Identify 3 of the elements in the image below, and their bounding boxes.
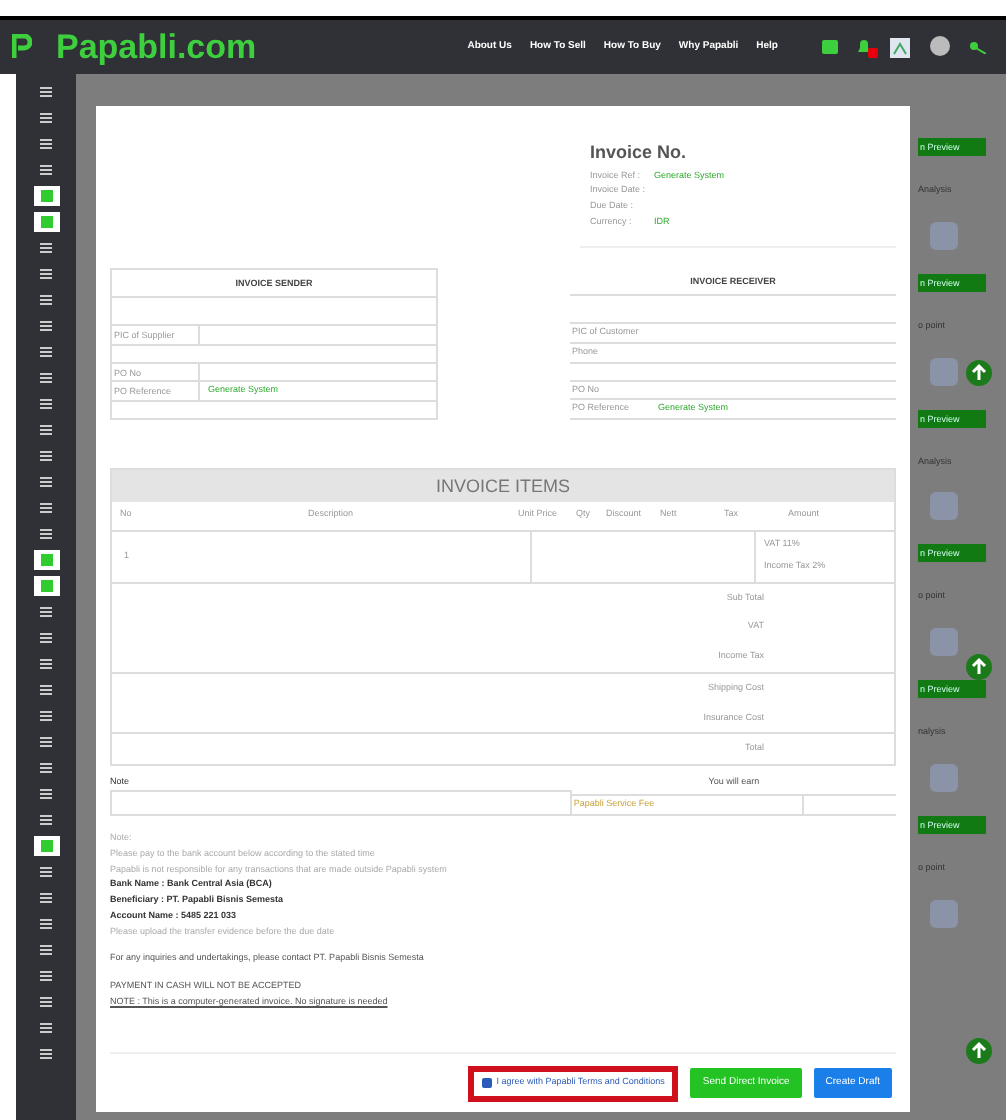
invoice-items-title: INVOICE ITEMS: [112, 469, 894, 501]
site-logo[interactable]: Papabli.com: [56, 21, 257, 73]
invoice-title: Invoice No.: [590, 140, 689, 166]
